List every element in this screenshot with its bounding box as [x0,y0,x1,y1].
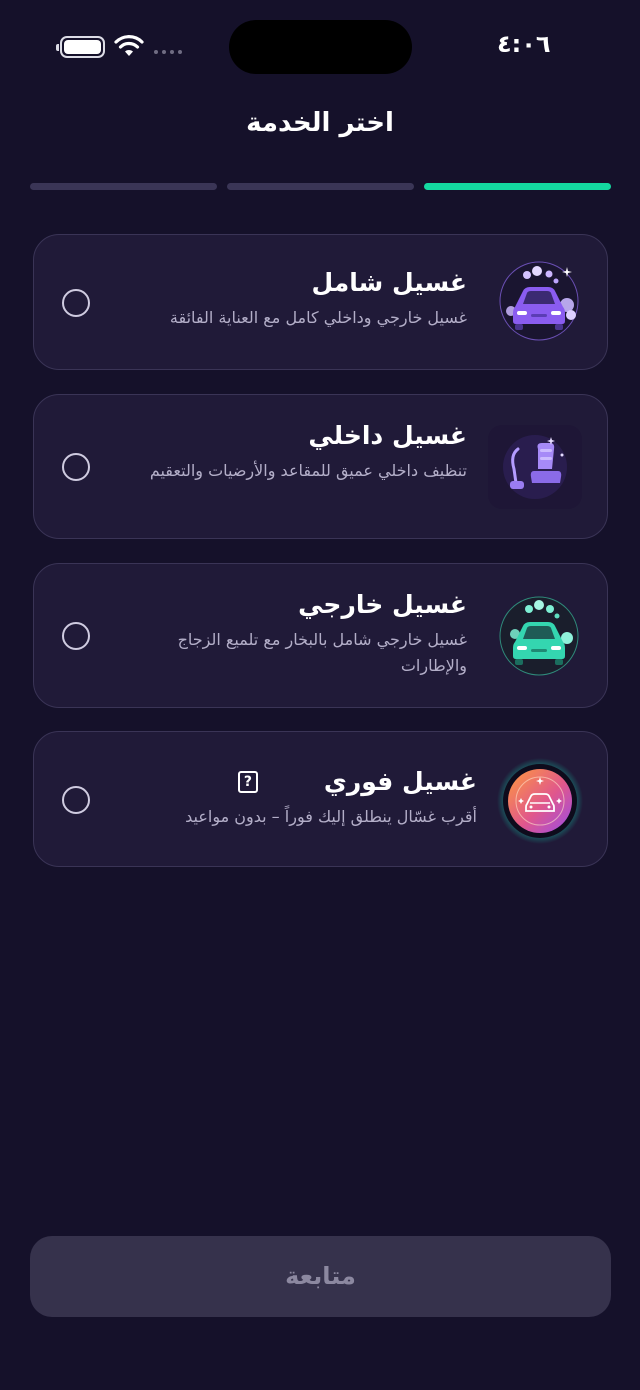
car-foam-purple-icon [497,259,581,343]
service-selection-screen: ٤:٠٦ اختر الخدمة غسيل شامل غسيل خارجي ود… [0,0,640,1390]
cellular-signal-icon [154,50,182,54]
service-card-interior-wash[interactable]: غسيل داخلي تنظيف داخلي عميق للمقاعد والأ… [33,394,608,539]
radio-button[interactable] [62,622,90,650]
progress-segment-3-active [424,183,611,190]
service-name: غسيل فوري [323,767,477,796]
status-time: ٤:٠٦ [497,30,551,58]
battery-icon [56,36,105,58]
help-icon[interactable]: ? [237,771,258,793]
service-card-instant-wash[interactable]: غسيل فوري ? أقرب غسّال ينطلق إليك فوراً … [33,731,608,867]
radio-button[interactable] [62,453,90,481]
radio-button[interactable] [62,289,90,317]
service-card-full-wash[interactable]: غسيل شامل غسيل خارجي وداخلي كامل مع العن… [33,234,608,370]
page-title: اختر الخدمة [246,108,394,138]
progress-segment-1 [30,183,217,190]
service-description: غسيل خارجي وداخلي كامل مع العناية الفائق… [169,308,467,327]
service-description: غسيل خارجي شامل بالبخار مع تلميع الزجاج … [177,630,467,675]
service-name: غسيل داخلي [308,421,467,450]
radio-button[interactable] [62,786,90,814]
wifi-icon [114,35,144,56]
step-progress [30,183,611,190]
car-foam-teal-icon [497,594,581,678]
progress-segment-2 [227,183,414,190]
continue-button[interactable]: متابعة [30,1236,611,1317]
instant-car-icon [497,758,583,844]
service-card-exterior-wash[interactable]: غسيل خارجي غسيل خارجي شامل بالبخار مع تل… [33,563,608,708]
service-description: أقرب غسّال ينطلق إليك فوراً – بدون مواعي… [185,807,477,826]
service-name: غسيل شامل [311,268,467,297]
dynamic-island [229,20,412,74]
service-name: غسيل خارجي [298,590,467,619]
vacuum-seat-icon [488,425,582,509]
service-description: تنظيف داخلي عميق للمقاعد والأرضيات والتع… [149,461,467,480]
